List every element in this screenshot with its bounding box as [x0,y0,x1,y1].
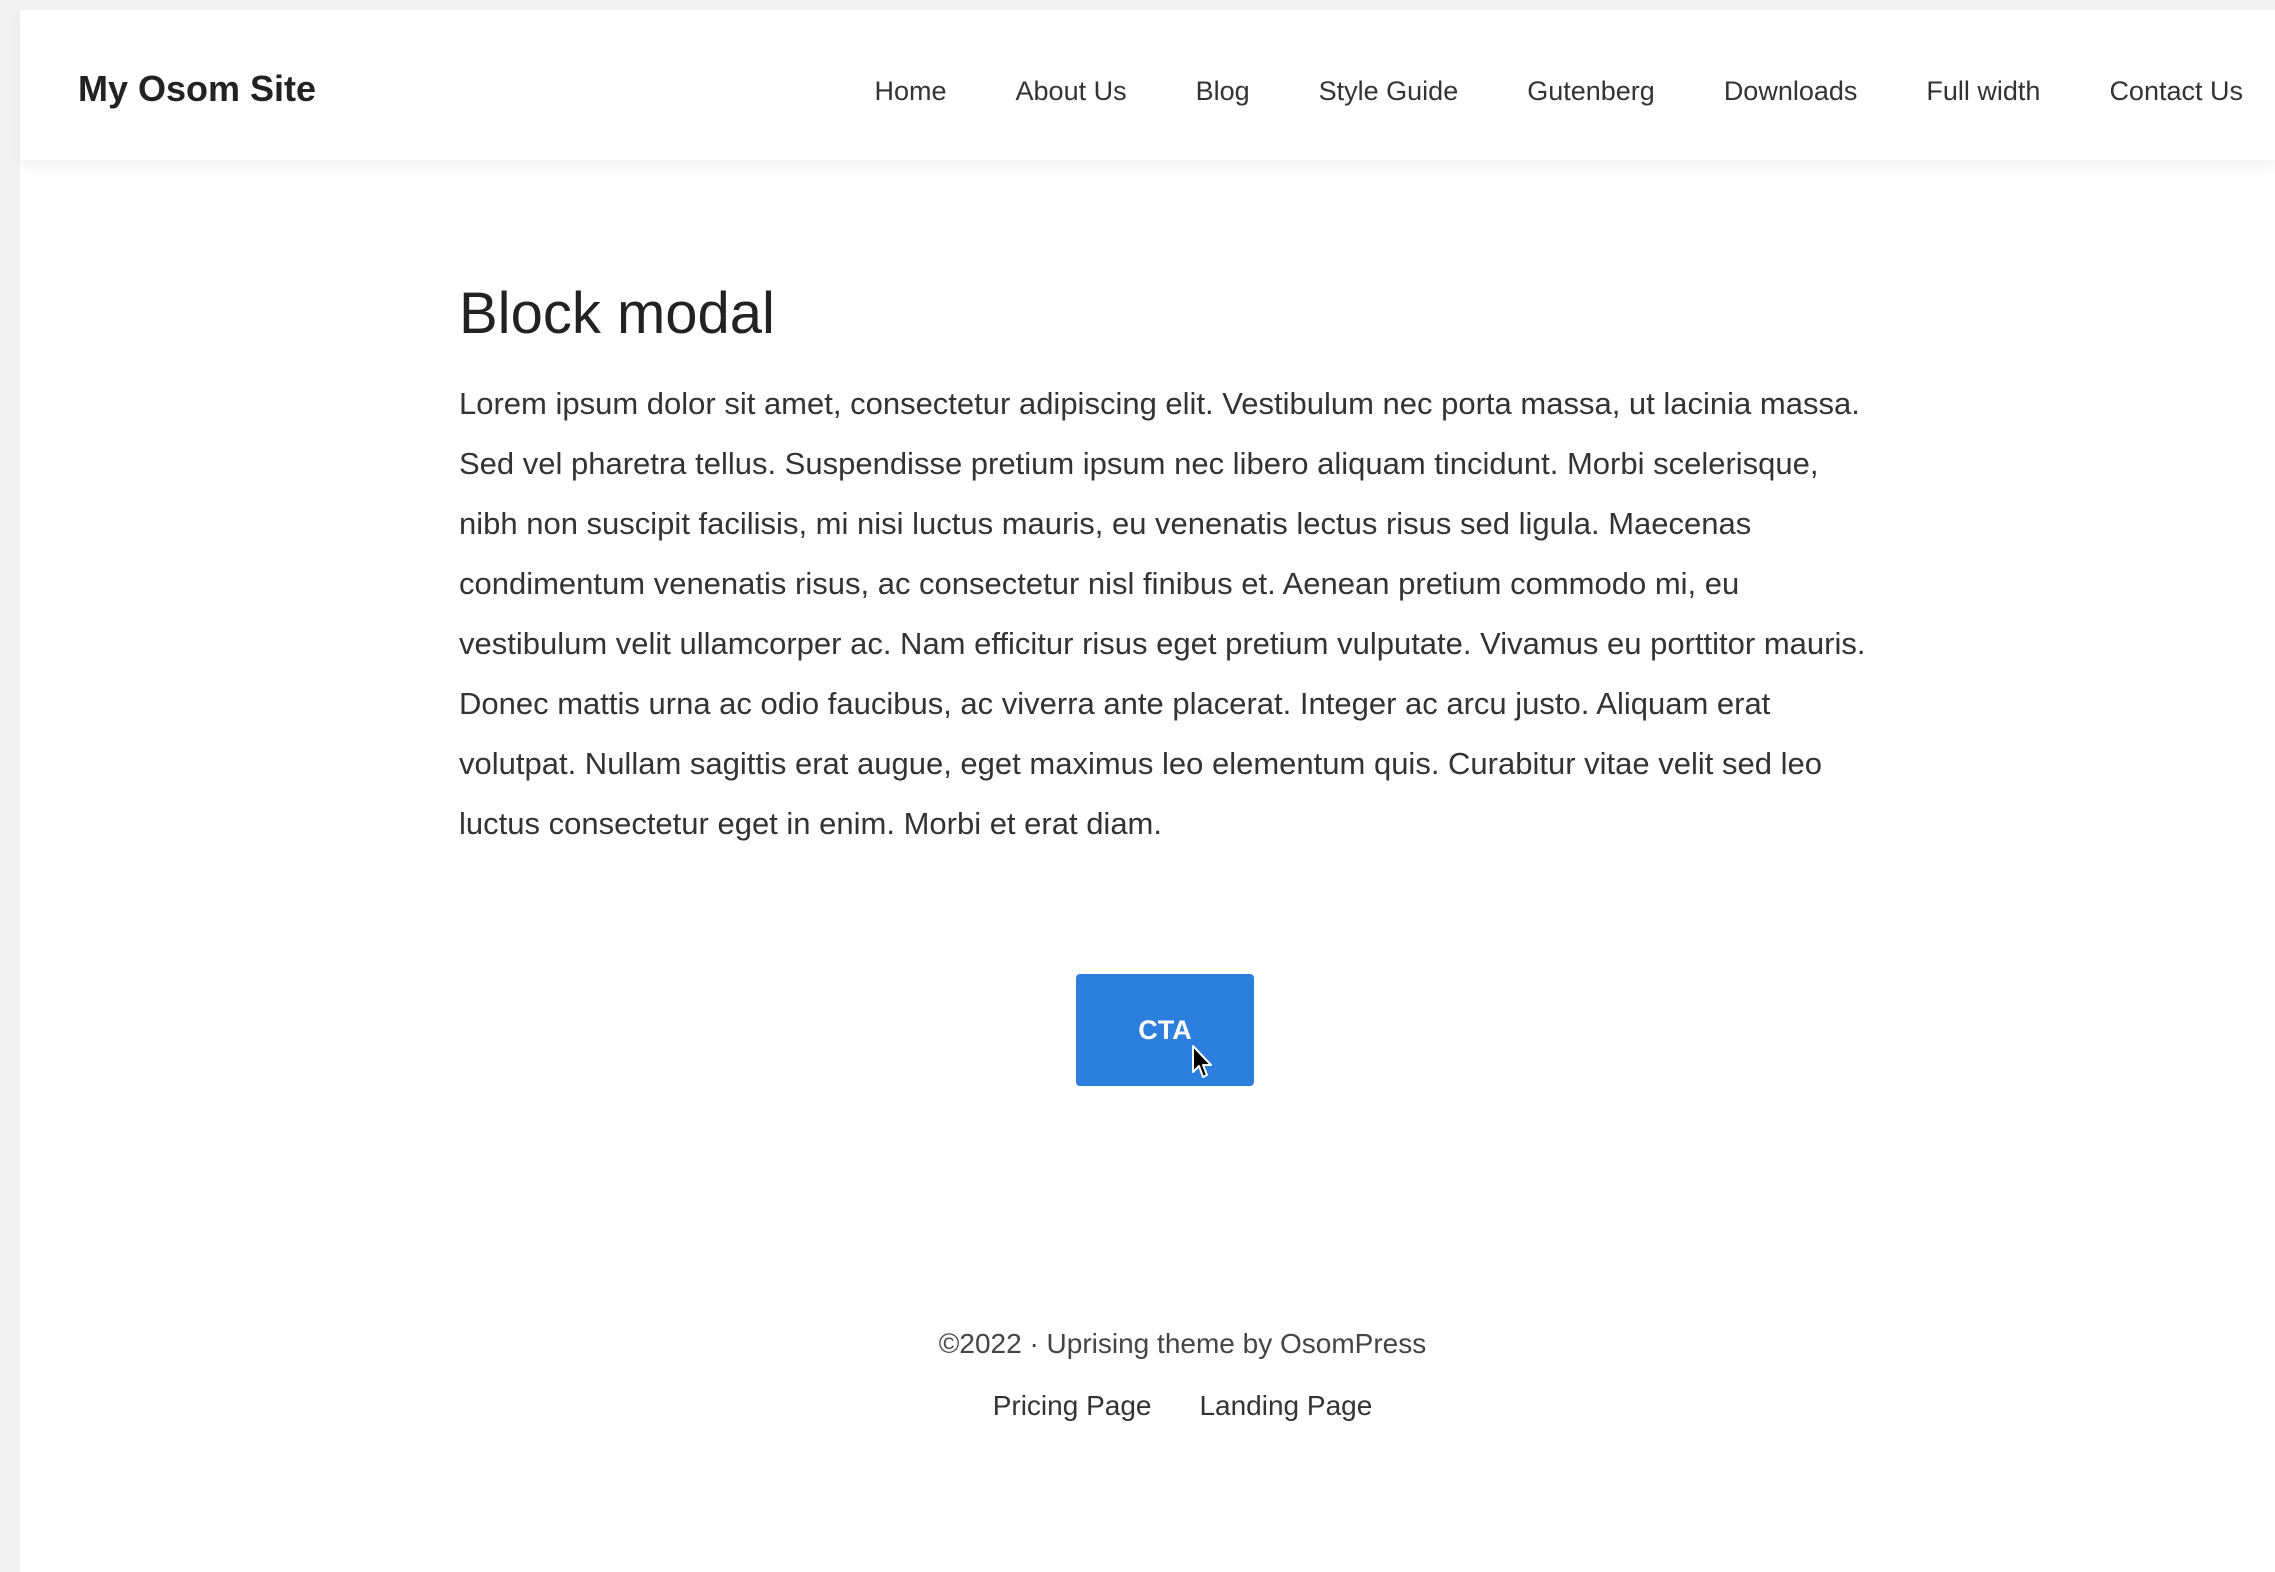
nav-item-about-us[interactable]: About Us [1016,76,1127,107]
main-navigation: Home About Us Blog Style Guide Gutenberg… [875,76,2244,107]
site-footer: ©2022 · Uprising theme by OsomPress Pric… [20,1328,2275,1422]
nav-item-style-guide[interactable]: Style Guide [1319,76,1459,107]
footer-link-pricing-page[interactable]: Pricing Page [993,1390,1152,1422]
mouse-pointer-icon [1192,1045,1212,1078]
page: My Osom Site Home About Us Blog Style Gu… [20,10,2275,1572]
cta-button[interactable]: CTA [1076,974,1254,1086]
nav-item-home[interactable]: Home [875,76,947,107]
site-title[interactable]: My Osom Site [78,68,316,110]
nav-item-blog[interactable]: Blog [1196,76,1250,107]
main-content: Block modal Lorem ipsum dolor sit amet, … [459,282,1879,854]
site-header: My Osom Site Home About Us Blog Style Gu… [20,10,2275,160]
nav-item-contact-us[interactable]: Contact Us [2109,76,2243,107]
body-paragraph: Lorem ipsum dolor sit amet, consectetur … [459,385,1866,841]
nav-item-gutenberg[interactable]: Gutenberg [1527,76,1655,107]
footer-copyright: ©2022 · Uprising theme by OsomPress [938,1328,1427,1359]
nav-item-full-width[interactable]: Full width [1926,76,2040,107]
nav-item-downloads[interactable]: Downloads [1724,76,1858,107]
footer-links: Pricing Page Landing Page [20,1390,2275,1422]
footer-link-landing-page[interactable]: Landing Page [1199,1390,1372,1422]
page-title: Block modal [459,281,775,346]
